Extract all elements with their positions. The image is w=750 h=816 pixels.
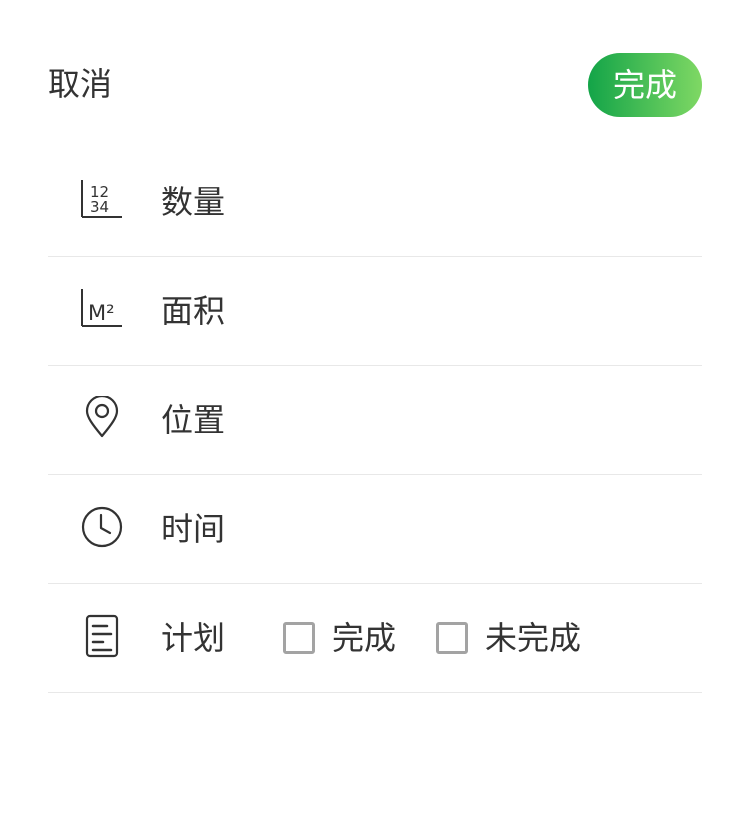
checkbox-incomplete[interactable] (436, 622, 468, 654)
clock-icon (80, 505, 124, 549)
row-plan: 计划 完成 未完成 (48, 584, 702, 693)
row-label-location: 位置 (161, 401, 226, 439)
document-icon (80, 614, 124, 658)
done-button[interactable]: 完成 (588, 53, 702, 117)
row-label-plan: 计划 (161, 619, 226, 657)
area-icon: M² (80, 287, 124, 331)
row-label-area: 面积 (161, 292, 226, 330)
quantity-icon: 12 34 (80, 178, 124, 222)
row-label-time: 时间 (161, 510, 226, 548)
cancel-button[interactable]: 取消 (48, 66, 112, 102)
plan-option-complete-label: 完成 (332, 619, 397, 657)
attribute-list: 12 34 数量 M² 面积 位置 时间 计划 完成 未完成 (48, 148, 702, 693)
row-label-quantity: 数量 (161, 183, 226, 221)
location-pin-icon (80, 396, 124, 440)
row-quantity[interactable]: 12 34 数量 (48, 148, 702, 257)
quantity-icon-bottom-digits: 34 (90, 198, 109, 216)
plan-option-incomplete[interactable]: 未完成 (436, 620, 581, 656)
row-area[interactable]: M² 面积 (48, 257, 702, 366)
checkbox-complete[interactable] (283, 622, 315, 654)
row-time[interactable]: 时间 (48, 475, 702, 584)
plan-option-incomplete-label: 未完成 (485, 619, 582, 657)
area-icon-text: M² (88, 301, 115, 325)
header: 取消 完成 (48, 52, 702, 118)
row-location[interactable]: 位置 (48, 366, 702, 475)
plan-option-complete[interactable]: 完成 (283, 620, 396, 656)
